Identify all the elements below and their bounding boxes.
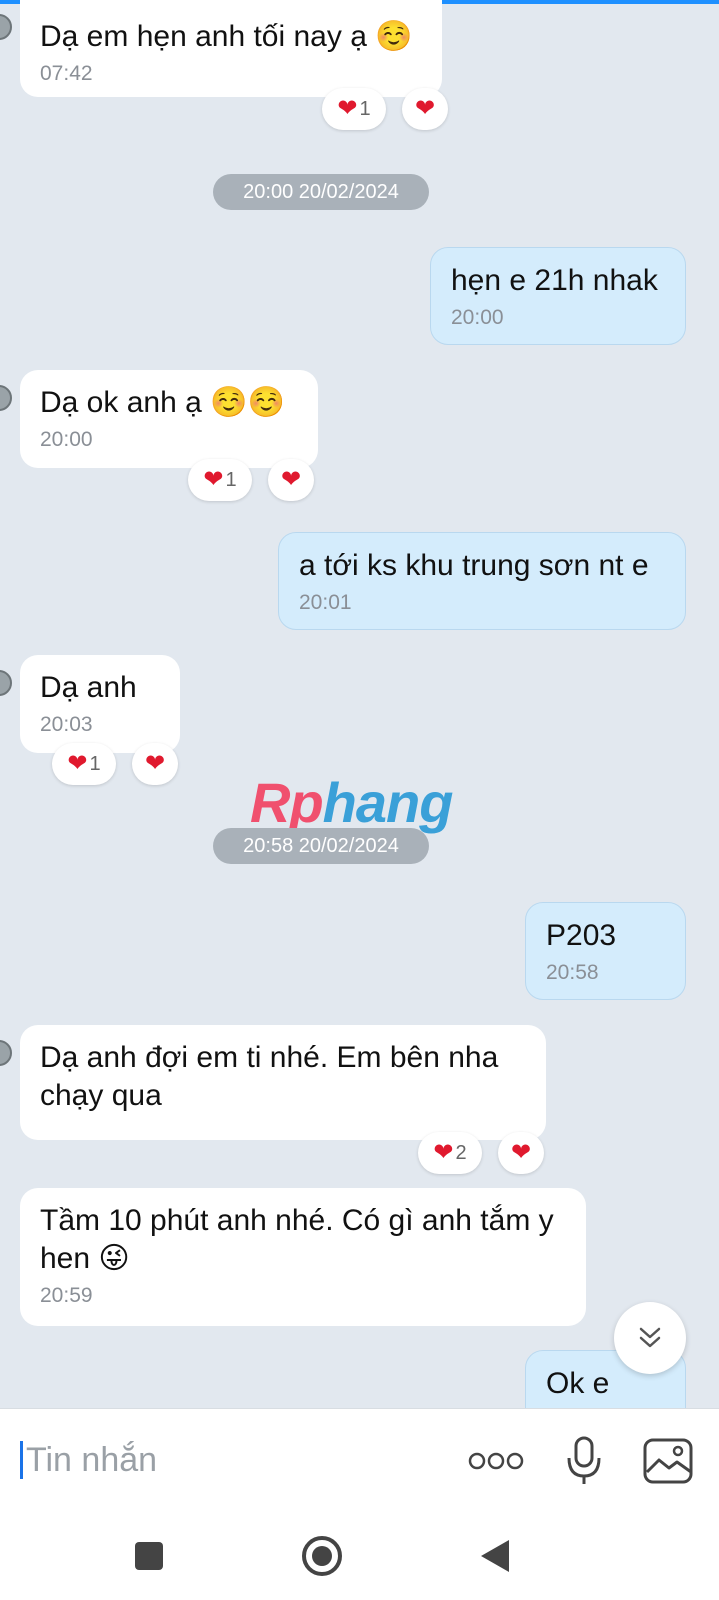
chevron-double-down-icon xyxy=(639,1327,661,1348)
date-separator: 20:58 20/02/2024 xyxy=(213,828,429,864)
home-button[interactable] xyxy=(294,1528,350,1584)
react-button[interactable]: ❤ xyxy=(132,743,178,785)
react-button[interactable]: ❤ xyxy=(268,459,314,501)
reaction-count: 1 xyxy=(89,752,101,775)
heart-icon: ❤ xyxy=(67,750,88,777)
outgoing-message[interactable]: a tới ks khu trung sơn nt e 20:01 xyxy=(278,532,686,630)
reaction-count: 2 xyxy=(455,1141,467,1164)
message-text: Ok e xyxy=(546,1367,610,1400)
watermark-part-1: Rp xyxy=(250,771,324,834)
watermark-logo: Rphang xyxy=(250,770,454,835)
sender-avatar[interactable] xyxy=(0,1040,12,1066)
incoming-message[interactable]: Dạ anh đợi em ti nhé. Em bên nha chạy qu… xyxy=(20,1025,546,1140)
reaction-count: 1 xyxy=(225,468,237,491)
sender-avatar[interactable] xyxy=(0,670,12,696)
image-button[interactable] xyxy=(640,1433,696,1489)
incoming-message[interactable]: Dạ ok anh ạ ☺️☺️ 20:00 xyxy=(20,370,318,468)
back-button[interactable] xyxy=(467,1528,523,1584)
back-triangle-icon xyxy=(481,1540,509,1572)
text-caret xyxy=(20,1441,23,1479)
message-composer xyxy=(0,1408,719,1509)
message-time: 20:59 xyxy=(40,1284,93,1307)
message-time: 20:00 xyxy=(451,306,504,329)
message-text: hẹn e 21h nhak xyxy=(451,264,658,297)
reaction-count-badge[interactable]: ❤ 1 xyxy=(52,743,116,785)
message-text: Dạ ok anh ạ ☺️☺️ xyxy=(40,386,285,419)
heart-icon: ❤ xyxy=(144,750,166,777)
sender-avatar[interactable] xyxy=(0,14,12,40)
outgoing-message[interactable]: hẹn e 21h nhak 20:00 xyxy=(430,247,686,345)
message-time: 07:42 xyxy=(40,62,93,85)
date-separator: 20:00 20/02/2024 xyxy=(213,174,429,210)
chat-area[interactable]: Dạ em hẹn anh tối nay ạ ☺️ 07:42 ❤ 1 ❤ 2… xyxy=(0,0,719,1408)
message-text: Dạ em hẹn anh tối nay ạ ☺️ xyxy=(40,20,413,53)
recent-apps-button[interactable] xyxy=(121,1528,177,1584)
more-dots-icon xyxy=(468,1452,524,1470)
incoming-message[interactable]: Dạ anh 20:03 xyxy=(20,655,180,753)
heart-icon: ❤ xyxy=(337,95,358,122)
microphone-icon xyxy=(567,1436,601,1484)
circle-icon xyxy=(302,1536,342,1576)
square-icon xyxy=(135,1542,163,1570)
incoming-message[interactable]: Dạ em hẹn anh tối nay ạ ☺️ 07:42 xyxy=(20,0,442,97)
message-text: Tầm 10 phút anh nhé. Có gì anh tắm y hen… xyxy=(40,1204,554,1275)
message-text: a tới ks khu trung sơn nt e xyxy=(299,549,649,582)
message-time: 20:00 xyxy=(40,428,93,451)
sender-avatar[interactable] xyxy=(0,385,12,411)
heart-icon: ❤ xyxy=(280,466,302,493)
heart-icon: ❤ xyxy=(203,466,224,493)
react-button[interactable]: ❤ xyxy=(402,88,448,130)
reaction-count-badge[interactable]: ❤ 2 xyxy=(418,1132,482,1174)
outgoing-message[interactable]: P203 20:58 xyxy=(525,902,686,1000)
reaction-count-badge[interactable]: ❤ 1 xyxy=(322,88,386,130)
message-text: Dạ anh đợi em ti nhé. Em bên nha chạy qu… xyxy=(40,1041,499,1112)
message-text: P203 xyxy=(546,919,617,952)
message-input[interactable] xyxy=(24,1435,448,1485)
more-button[interactable] xyxy=(468,1433,524,1489)
message-time: 20:58 xyxy=(546,961,599,984)
reaction-count: 1 xyxy=(359,97,371,120)
react-button[interactable]: ❤ xyxy=(498,1132,544,1174)
heart-icon: ❤ xyxy=(414,95,436,122)
scroll-to-bottom-button[interactable] xyxy=(614,1302,686,1374)
voice-button[interactable] xyxy=(556,1433,612,1489)
heart-icon: ❤ xyxy=(510,1139,532,1166)
message-time: 20:01 xyxy=(299,591,352,614)
reaction-count-badge[interactable]: ❤ 1 xyxy=(188,459,252,501)
system-navigation-bar xyxy=(0,1508,719,1600)
image-icon xyxy=(643,1438,693,1484)
message-time: 20:03 xyxy=(40,713,93,736)
heart-icon: ❤ xyxy=(433,1139,454,1166)
watermark-part-2: hang xyxy=(322,771,454,834)
incoming-message[interactable]: Tầm 10 phút anh nhé. Có gì anh tắm y hen… xyxy=(20,1188,586,1326)
message-text: Dạ anh xyxy=(40,671,137,704)
